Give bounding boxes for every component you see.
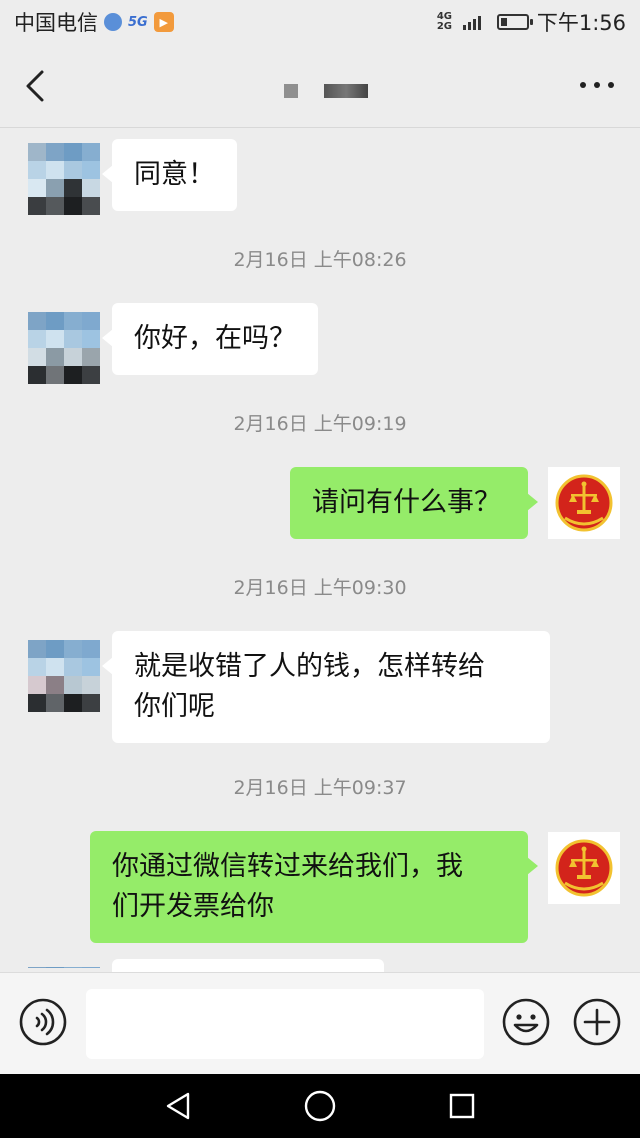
contact-avatar[interactable] (28, 312, 100, 384)
redacted-block (324, 84, 368, 98)
chat-header (0, 44, 640, 128)
message-timestamp: 2月16日 上午08:26 (233, 249, 407, 271)
input-bar (0, 972, 640, 1074)
contact-avatar[interactable] (28, 143, 100, 215)
more-dots-icon[interactable] (580, 82, 614, 88)
message-text-line: 你们呢 (134, 691, 215, 722)
redacted-block (284, 84, 298, 98)
signal-icon (104, 13, 122, 31)
status-right: 4G 2G 下午1:56 (437, 7, 626, 37)
outgoing-message-bubble[interactable]: 你通过微信转过来给我们，我 们开发票给你 (90, 831, 538, 943)
system-nav-bar (0, 1074, 640, 1138)
chevron-left-icon[interactable] (22, 66, 52, 106)
incoming-message-bubble[interactable]: 同意！ (102, 139, 237, 211)
battery-level (500, 18, 507, 26)
message-timestamp: 2月16日 上午09:30 (233, 577, 407, 599)
network-type-icon: 4G 2G (437, 12, 455, 32)
clock: 下午1:56 (536, 11, 626, 35)
message-text-line: 就是收错了人的钱，怎样转给 (134, 651, 485, 682)
court-emblem-icon (555, 839, 613, 897)
incoming-message-bubble[interactable]: 就是收错了人的钱，怎样转给 你们呢 (102, 631, 550, 743)
contact-name-redacted (284, 84, 368, 98)
message-text: 请问有什么事？ (312, 487, 501, 518)
nav-back-icon[interactable] (162, 1090, 194, 1122)
message-input[interactable] (86, 989, 484, 1059)
nav-home-icon[interactable] (302, 1088, 338, 1124)
incoming-message-bubble[interactable]: 你好，在吗？ (102, 303, 318, 375)
emoji-icon[interactable] (501, 997, 551, 1047)
battery-icon (496, 14, 533, 30)
signal-bars-icon (462, 14, 481, 30)
voice-icon[interactable] (18, 997, 68, 1047)
message-text: 你好，在吗？ (134, 323, 296, 354)
message-timestamp: 2月16日 上午09:19 (233, 413, 407, 435)
carrier-label: 中国电信 (14, 11, 98, 35)
outgoing-message-bubble[interactable]: 请问有什么事？ (290, 467, 538, 539)
status-bar: 中国电信 5G ▶ 4G 2G 下午1:56 (0, 0, 640, 44)
message-text: 同意！ (134, 159, 215, 190)
plus-icon[interactable] (572, 997, 622, 1047)
network-5g-icon: 5G (128, 14, 148, 30)
nav-recent-apps-icon[interactable] (446, 1090, 478, 1122)
network-bottom-label: 2G (436, 21, 452, 32)
video-app-icon: ▶ (153, 12, 174, 32)
contact-avatar[interactable] (28, 640, 100, 712)
user-avatar[interactable] (548, 832, 620, 904)
message-timestamp: 2月16日 上午09:37 (233, 777, 407, 799)
court-emblem-icon (555, 474, 613, 532)
status-left: 中国电信 5G ▶ (14, 7, 174, 37)
message-text-line: 你通过微信转过来给我们，我 (112, 851, 463, 882)
chat-message-list[interactable]: 同意！ 2月16日 上午08:26 你好，在吗？ 2月16日 上午09:19 请… (0, 129, 640, 972)
incoming-message-bubble-partial[interactable] (112, 959, 384, 972)
message-text-line: 们开发票给你 (112, 891, 274, 922)
user-avatar[interactable] (548, 467, 620, 539)
